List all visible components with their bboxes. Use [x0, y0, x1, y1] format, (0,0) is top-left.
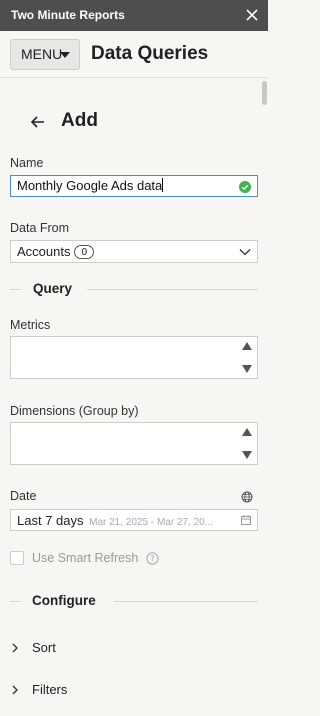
window-title: Two Minute Reports	[11, 8, 125, 22]
data-from-select[interactable]: Accounts 0	[10, 240, 258, 263]
date-preset: Last 7 days	[17, 513, 84, 528]
metrics-label: Metrics	[10, 318, 51, 332]
text-cursor	[162, 178, 164, 192]
scrollbar-thumb[interactable]	[262, 81, 267, 105]
check-circle-icon	[239, 181, 251, 193]
sort-toggle[interactable]: Sort	[0, 637, 268, 659]
divider	[10, 289, 21, 290]
scroll-up-icon[interactable]	[242, 342, 252, 350]
chevron-right-icon	[12, 643, 18, 653]
metrics-input[interactable]	[10, 336, 258, 379]
svg-text:?: ?	[150, 555, 155, 565]
help-icon[interactable]: ?	[146, 552, 159, 565]
configure-section-header: Configure	[0, 591, 268, 611]
smart-refresh-label: Use Smart Refresh	[32, 551, 139, 565]
name-input[interactable]: Monthly Google Ads data	[10, 175, 258, 197]
date-label: Date	[10, 489, 37, 503]
date-range-text: Mar 21, 2025 - Mar 27, 20...	[89, 517, 214, 528]
query-section-title: Query	[33, 281, 73, 296]
menu-caret-icon	[60, 52, 70, 58]
divider	[87, 289, 258, 290]
globe-icon[interactable]	[241, 491, 253, 503]
app-header: MENU Data Queries	[0, 31, 268, 78]
close-icon[interactable]	[245, 8, 259, 22]
calendar-icon	[241, 515, 251, 525]
sort-label: Sort	[32, 640, 56, 655]
scroll-down-icon[interactable]	[242, 451, 252, 459]
filters-toggle[interactable]: Filters	[0, 679, 268, 701]
chevron-right-icon	[12, 685, 18, 695]
divider	[10, 601, 21, 602]
data-from-value: Accounts	[17, 244, 71, 259]
count-badge: 0	[74, 245, 95, 259]
smart-refresh-checkbox[interactable]	[10, 551, 24, 565]
name-label: Name	[10, 156, 44, 170]
scroll-down-icon[interactable]	[242, 365, 252, 373]
scrollbar[interactable]	[261, 78, 268, 716]
back-arrow-icon[interactable]	[29, 113, 47, 131]
filters-label: Filters	[32, 682, 68, 697]
menu-button[interactable]: MENU	[10, 39, 80, 70]
query-section-header: Query	[0, 279, 268, 299]
divider	[114, 601, 258, 602]
page-title: Data Queries	[91, 43, 209, 64]
chevron-down-icon	[239, 249, 251, 256]
data-from-label: Data From	[10, 221, 70, 235]
window-titlebar: Two Minute Reports	[0, 0, 268, 31]
scroll-up-icon[interactable]	[242, 428, 252, 436]
configure-section-title: Configure	[32, 593, 96, 608]
name-input-value: Monthly Google Ads data	[17, 178, 163, 193]
dimensions-input[interactable]	[10, 422, 258, 465]
dimensions-label: Dimensions (Group by)	[10, 404, 139, 418]
form-heading: Add	[61, 110, 98, 131]
date-range-field[interactable]: Last 7 days Mar 21, 2025 - Mar 27, 20...	[10, 509, 258, 531]
menu-button-label: MENU	[21, 46, 63, 62]
